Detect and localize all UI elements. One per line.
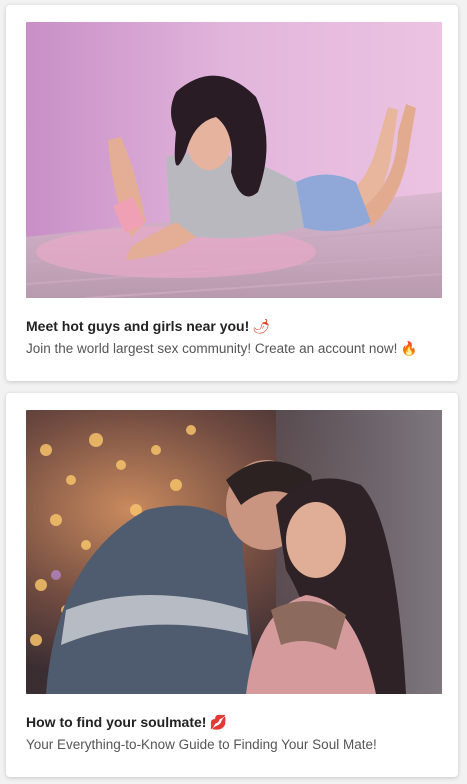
- ad-description: Your Everything-to-Know Guide to Finding…: [26, 736, 441, 754]
- ad-description: Join the world largest sex community! Cr…: [26, 340, 441, 358]
- ad-card-soulmate[interactable]: How to find your soulmate! 💋 Your Everyth…: [6, 393, 458, 777]
- ad-image-couple-embrace[interactable]: [26, 410, 442, 694]
- ad-image-woman-on-floor[interactable]: [26, 22, 442, 298]
- fire-icon: 🔥: [400, 341, 418, 357]
- ad-description-text: Your Everything-to-Know Guide to Finding…: [26, 737, 377, 752]
- ad-card-meet-people[interactable]: Meet hot guys and girls near you! 🌶 Join …: [6, 5, 458, 381]
- ad-title-text: How to find your soulmate!: [26, 714, 207, 730]
- ad-feed: Meet hot guys and girls near you! 🌶 Join …: [0, 0, 467, 784]
- ad-title-text: Meet hot guys and girls near you!: [26, 318, 250, 334]
- ad-title[interactable]: Meet hot guys and girls near you! 🌶: [26, 317, 441, 336]
- ad-title[interactable]: How to find your soulmate! 💋: [26, 713, 441, 732]
- chili-pepper-icon: 🌶: [252, 319, 271, 335]
- ad-description-text: Join the world largest sex community! Cr…: [26, 341, 398, 356]
- lips-icon: 💋: [209, 715, 227, 731]
